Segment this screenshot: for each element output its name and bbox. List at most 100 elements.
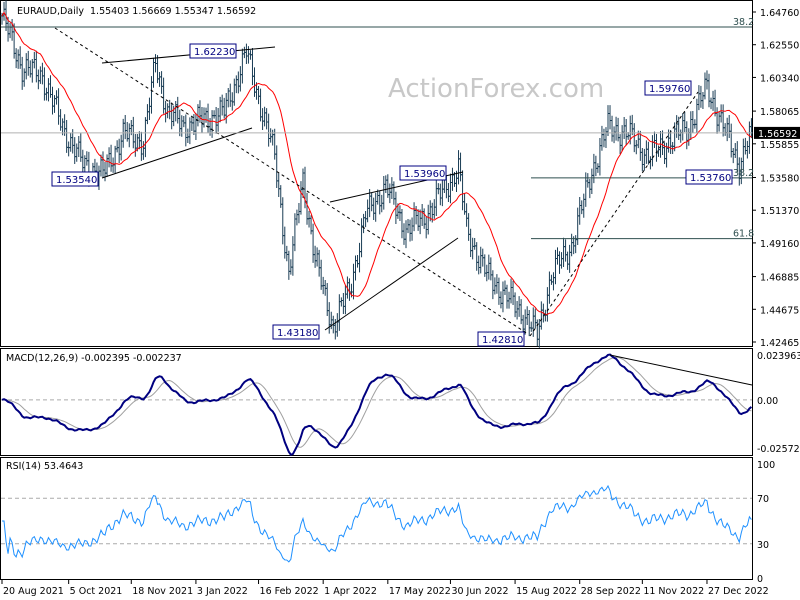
price-bar — [741, 138, 745, 171]
price-bar — [477, 255, 481, 275]
price-bar — [564, 239, 568, 262]
chart-window: ActionForex.com 38.2 38.2 61.8 1.62230 1.535… — [0, 0, 800, 600]
moving-average-line — [1, 11, 752, 316]
price-bar — [681, 113, 685, 141]
price-bar — [432, 199, 436, 219]
price-bar — [695, 98, 699, 134]
price-bar — [174, 101, 178, 122]
price-label: 1.53960 — [404, 169, 445, 180]
price-tick-label: 1.58065 — [760, 107, 799, 118]
fib-label: 38.2 — [733, 168, 754, 179]
price-bar — [574, 235, 578, 254]
price-bar — [180, 115, 184, 137]
price-tick-label: 1.44675 — [760, 305, 799, 316]
date-tick-label: 1 Apr 2022 — [324, 586, 377, 597]
price-bar — [26, 50, 30, 76]
price-bar — [715, 107, 719, 134]
price-bar — [652, 131, 656, 149]
price-tick-label: 1.49160 — [760, 239, 799, 250]
price-bar — [299, 181, 303, 215]
price-bar — [697, 85, 701, 111]
price-bar — [297, 202, 301, 224]
price-bar — [351, 263, 355, 300]
price-bar — [699, 85, 703, 108]
price-bar — [115, 140, 119, 153]
price-bar — [707, 73, 711, 108]
price-tick-label: 1.51370 — [760, 206, 799, 217]
price-bar — [370, 192, 374, 212]
price-bar — [586, 173, 590, 188]
price-bar — [485, 264, 489, 282]
price-bar — [535, 319, 539, 347]
price-bar — [244, 43, 248, 64]
price-bar — [309, 215, 313, 235]
price-tick-label: 1.64760 — [760, 8, 799, 19]
price-bar — [327, 302, 331, 334]
chart-title: EURAUD,Daily — [17, 6, 84, 17]
price-bar — [44, 87, 48, 101]
price-bar — [489, 257, 493, 281]
price-bar — [671, 142, 675, 155]
price-bar — [341, 293, 345, 315]
price-bar — [654, 134, 658, 162]
price-bar — [374, 192, 378, 222]
price-bar — [426, 204, 430, 235]
price-bar — [568, 244, 572, 273]
price-bar — [46, 78, 50, 102]
price-bar — [630, 114, 634, 136]
price-bar — [525, 306, 529, 326]
price-bar — [604, 127, 608, 148]
price-bar — [562, 237, 566, 267]
price-bar — [650, 135, 654, 167]
price-bar — [53, 95, 57, 113]
price-bar — [679, 129, 683, 143]
price-bar — [14, 48, 18, 69]
price-bar — [467, 213, 471, 241]
price-bar — [202, 107, 206, 128]
price-bar — [317, 249, 321, 277]
price-bar — [113, 145, 117, 174]
chart-canvas[interactable]: ActionForex.com 38.2 38.2 61.8 1.62230 1.535… — [0, 0, 800, 600]
price-bar — [281, 197, 285, 245]
price-tick-label: 1.46885 — [760, 273, 799, 284]
price-bar — [109, 144, 113, 172]
price-bar — [402, 223, 406, 245]
price-bar — [685, 121, 689, 150]
price-tick-label: 1.60340 — [760, 73, 799, 84]
trendline — [101, 127, 253, 179]
price-bar — [727, 114, 731, 139]
price-bar — [721, 104, 725, 137]
price-bar — [372, 197, 376, 221]
price-bar — [612, 126, 616, 144]
price-label: 1.59760 — [649, 84, 690, 95]
price-bar — [501, 281, 505, 313]
price-bar — [133, 133, 137, 157]
price-bar — [592, 153, 596, 184]
price-bar — [287, 250, 291, 280]
price-bar — [608, 105, 612, 130]
price-bar — [20, 56, 24, 90]
price-bar — [228, 83, 232, 107]
price-bar — [517, 296, 521, 317]
price-bar — [400, 208, 404, 239]
price-bar — [214, 107, 218, 134]
price-bar — [267, 113, 271, 147]
price-bar — [117, 138, 121, 163]
price-bar — [499, 291, 503, 309]
price-bar — [422, 208, 426, 229]
price-bar — [362, 213, 366, 234]
price-bar — [337, 294, 341, 331]
rsi-tick-label: 100 — [757, 460, 775, 471]
price-tick-label: 1.55855 — [760, 140, 799, 151]
price-bar — [212, 110, 216, 119]
price-bar — [691, 110, 695, 133]
current-price-label: 1.56592 — [758, 129, 797, 140]
ohlc-readout: 1.55403 1.56669 1.55347 1.56592 — [90, 6, 256, 17]
price-bar — [622, 116, 626, 140]
price-bar — [701, 91, 705, 109]
price-bar — [507, 291, 511, 309]
price-bar — [511, 280, 515, 306]
price-bar — [560, 252, 564, 269]
price-bar — [77, 135, 81, 157]
price-bar — [234, 75, 238, 94]
